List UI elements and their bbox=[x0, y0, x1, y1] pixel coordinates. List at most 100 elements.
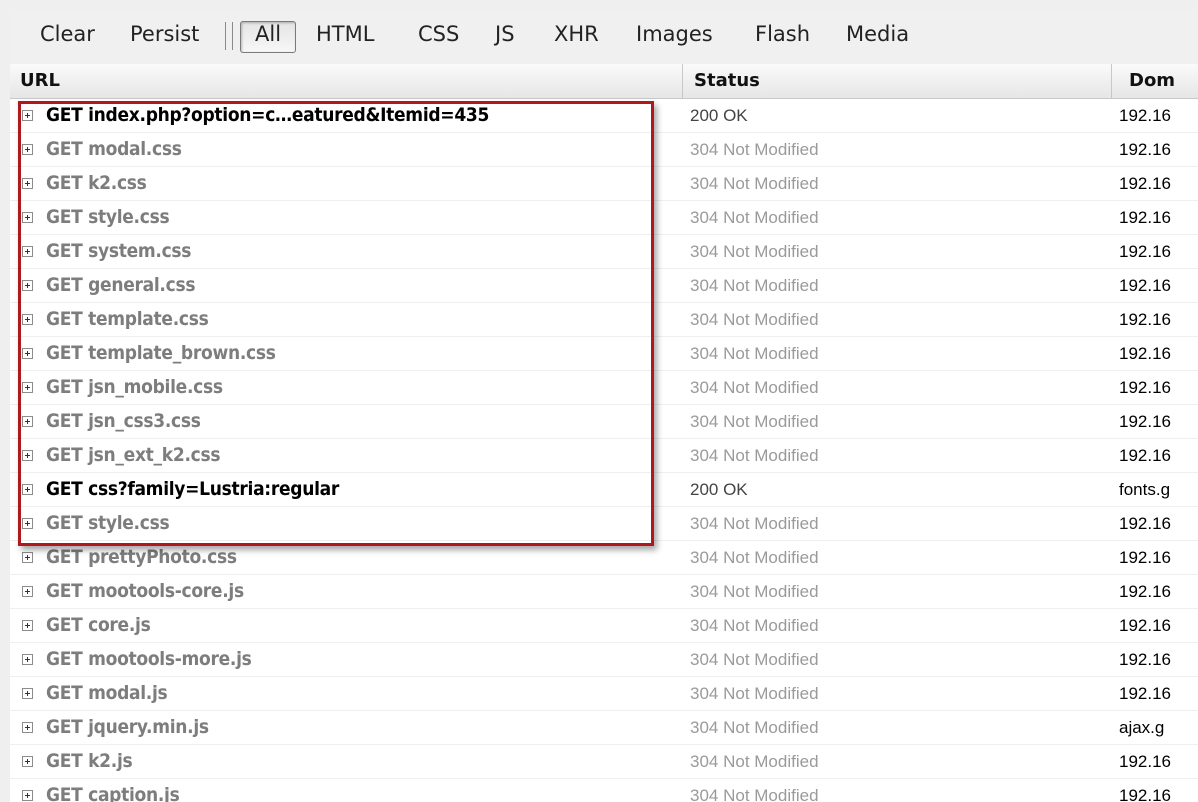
request-url: GET jquery.min.js bbox=[46, 716, 209, 738]
request-url: GET k2.css bbox=[46, 172, 147, 194]
expand-plus-icon[interactable] bbox=[22, 314, 33, 325]
column-divider bbox=[1111, 64, 1112, 98]
filter-all-button[interactable]: All bbox=[255, 17, 281, 51]
request-row[interactable]: GET style.css 304 Not Modified 192.16 bbox=[10, 507, 1198, 541]
request-row[interactable]: GET jsn_css3.css 304 Not Modified 192.16 bbox=[10, 405, 1198, 439]
expand-plus-icon[interactable] bbox=[22, 382, 33, 393]
request-status: 304 Not Modified bbox=[690, 378, 819, 397]
persist-button[interactable]: Persist bbox=[130, 17, 199, 51]
request-status: 304 Not Modified bbox=[690, 616, 819, 635]
expand-plus-icon[interactable] bbox=[22, 280, 33, 291]
request-domain: 192.16 bbox=[1119, 140, 1171, 159]
request-row[interactable]: GET k2.js 304 Not Modified 192.16 bbox=[10, 745, 1198, 779]
request-domain: 192.16 bbox=[1119, 582, 1171, 601]
request-row[interactable]: GET jsn_ext_k2.css 304 Not Modified 192.16 bbox=[10, 439, 1198, 473]
request-url: GET core.js bbox=[46, 614, 151, 636]
request-domain: 192.16 bbox=[1119, 276, 1171, 295]
filter-media-button[interactable]: Media bbox=[846, 17, 909, 51]
request-row[interactable]: GET template.css 304 Not Modified 192.16 bbox=[10, 303, 1198, 337]
request-status: 304 Not Modified bbox=[690, 242, 819, 261]
expand-plus-icon[interactable] bbox=[22, 688, 33, 699]
request-domain: fonts.g bbox=[1119, 480, 1171, 499]
request-status: 304 Not Modified bbox=[690, 310, 819, 329]
request-status: 304 Not Modified bbox=[690, 548, 819, 567]
request-domain: 192.16 bbox=[1119, 344, 1171, 363]
request-status: 304 Not Modified bbox=[690, 786, 819, 802]
request-status: 304 Not Modified bbox=[690, 208, 819, 227]
expand-plus-icon[interactable] bbox=[22, 552, 33, 563]
request-row[interactable]: GET jsn_mobile.css 304 Not Modified 192.16 bbox=[10, 371, 1198, 405]
filter-html-button[interactable]: HTML bbox=[316, 17, 374, 51]
expand-plus-icon[interactable] bbox=[22, 484, 33, 495]
request-row[interactable]: GET modal.js 304 Not Modified 192.16 bbox=[10, 677, 1198, 711]
request-url: GET modal.js bbox=[46, 682, 168, 704]
status-column-header[interactable]: Status bbox=[694, 64, 760, 98]
expand-plus-icon[interactable] bbox=[22, 416, 33, 427]
url-column-header[interactable]: URL bbox=[20, 64, 60, 98]
request-url: GET system.css bbox=[46, 240, 192, 262]
request-status: 304 Not Modified bbox=[690, 412, 819, 431]
filter-images-button[interactable]: Images bbox=[636, 17, 713, 51]
toolbar-separator bbox=[232, 22, 233, 50]
request-row[interactable]: GET caption.js 304 Not Modified 192.16 bbox=[10, 779, 1198, 802]
expand-plus-icon[interactable] bbox=[22, 722, 33, 733]
request-url: GET jsn_css3.css bbox=[46, 410, 201, 432]
request-url: GET template_brown.css bbox=[46, 342, 276, 364]
request-url: GET modal.css bbox=[46, 138, 182, 160]
request-row[interactable]: GET jquery.min.js 304 Not Modified ajax.g bbox=[10, 711, 1198, 745]
request-row[interactable]: GET core.js 304 Not Modified 192.16 bbox=[10, 609, 1198, 643]
request-row[interactable]: GET style.css 304 Not Modified 192.16 bbox=[10, 201, 1198, 235]
request-url: GET mootools-more.js bbox=[46, 648, 252, 670]
request-row[interactable]: GET modal.css 304 Not Modified 192.16 bbox=[10, 133, 1198, 167]
request-url: GET caption.js bbox=[46, 784, 180, 802]
request-domain: 192.16 bbox=[1119, 378, 1171, 397]
request-url: GET mootools-core.js bbox=[46, 580, 244, 602]
request-status: 304 Not Modified bbox=[690, 718, 819, 737]
expand-plus-icon[interactable] bbox=[22, 756, 33, 767]
request-row[interactable]: GET k2.css 304 Not Modified 192.16 bbox=[10, 167, 1198, 201]
expand-plus-icon[interactable] bbox=[22, 110, 33, 121]
request-url: GET general.css bbox=[46, 274, 196, 296]
filter-xhr-button[interactable]: XHR bbox=[554, 17, 599, 51]
clear-button[interactable]: Clear bbox=[40, 17, 95, 51]
expand-plus-icon[interactable] bbox=[22, 790, 33, 801]
request-row[interactable]: GET prettyPhoto.css 304 Not Modified 192.1… bbox=[10, 541, 1198, 575]
domain-column-header[interactable]: Dom bbox=[1129, 64, 1175, 98]
filter-css-button[interactable]: CSS bbox=[418, 17, 459, 51]
request-status: 304 Not Modified bbox=[690, 514, 819, 533]
request-domain: 192.16 bbox=[1119, 548, 1171, 567]
filter-js-button[interactable]: JS bbox=[495, 17, 515, 51]
expand-plus-icon[interactable] bbox=[22, 348, 33, 359]
request-status: 304 Not Modified bbox=[690, 684, 819, 703]
request-domain: 192.16 bbox=[1119, 786, 1171, 802]
request-status: 304 Not Modified bbox=[690, 174, 819, 193]
expand-plus-icon[interactable] bbox=[22, 178, 33, 189]
request-row[interactable]: GET general.css 304 Not Modified 192.16 bbox=[10, 269, 1198, 303]
filter-flash-button[interactable]: Flash bbox=[755, 17, 810, 51]
expand-plus-icon[interactable] bbox=[22, 450, 33, 461]
expand-plus-icon[interactable] bbox=[22, 518, 33, 529]
request-url: GET style.css bbox=[46, 512, 170, 534]
expand-plus-icon[interactable] bbox=[22, 586, 33, 597]
expand-plus-icon[interactable] bbox=[22, 144, 33, 155]
request-status: 304 Not Modified bbox=[690, 446, 819, 465]
request-status: 200 OK bbox=[690, 106, 748, 125]
request-domain: 192.16 bbox=[1119, 446, 1171, 465]
request-url: GET template.css bbox=[46, 308, 209, 330]
expand-plus-icon[interactable] bbox=[22, 212, 33, 223]
request-row[interactable]: GET mootools-more.js 304 Not Modified 192.… bbox=[10, 643, 1198, 677]
expand-plus-icon[interactable] bbox=[22, 654, 33, 665]
request-url: GET index.php?option=c…eatured&Itemid=43… bbox=[46, 104, 490, 126]
expand-plus-icon[interactable] bbox=[22, 246, 33, 257]
request-row[interactable]: GET mootools-core.js 304 Not Modified 192.… bbox=[10, 575, 1198, 609]
request-domain: 192.16 bbox=[1119, 242, 1171, 261]
request-domain: 192.16 bbox=[1119, 174, 1171, 193]
request-row[interactable]: GET css?family=Lustria:regular 200 OK font… bbox=[10, 473, 1198, 507]
column-header-row: URL Status Dom bbox=[10, 64, 1198, 99]
request-url: GET jsn_ext_k2.css bbox=[46, 444, 221, 466]
request-row[interactable]: GET system.css 304 Not Modified 192.16 bbox=[10, 235, 1198, 269]
request-domain: 192.16 bbox=[1119, 412, 1171, 431]
request-row[interactable]: GET template_brown.css 304 Not Modified 19… bbox=[10, 337, 1198, 371]
expand-plus-icon[interactable] bbox=[22, 620, 33, 631]
request-row[interactable]: GET index.php?option=c…eatured&Itemid=43… bbox=[10, 99, 1198, 133]
